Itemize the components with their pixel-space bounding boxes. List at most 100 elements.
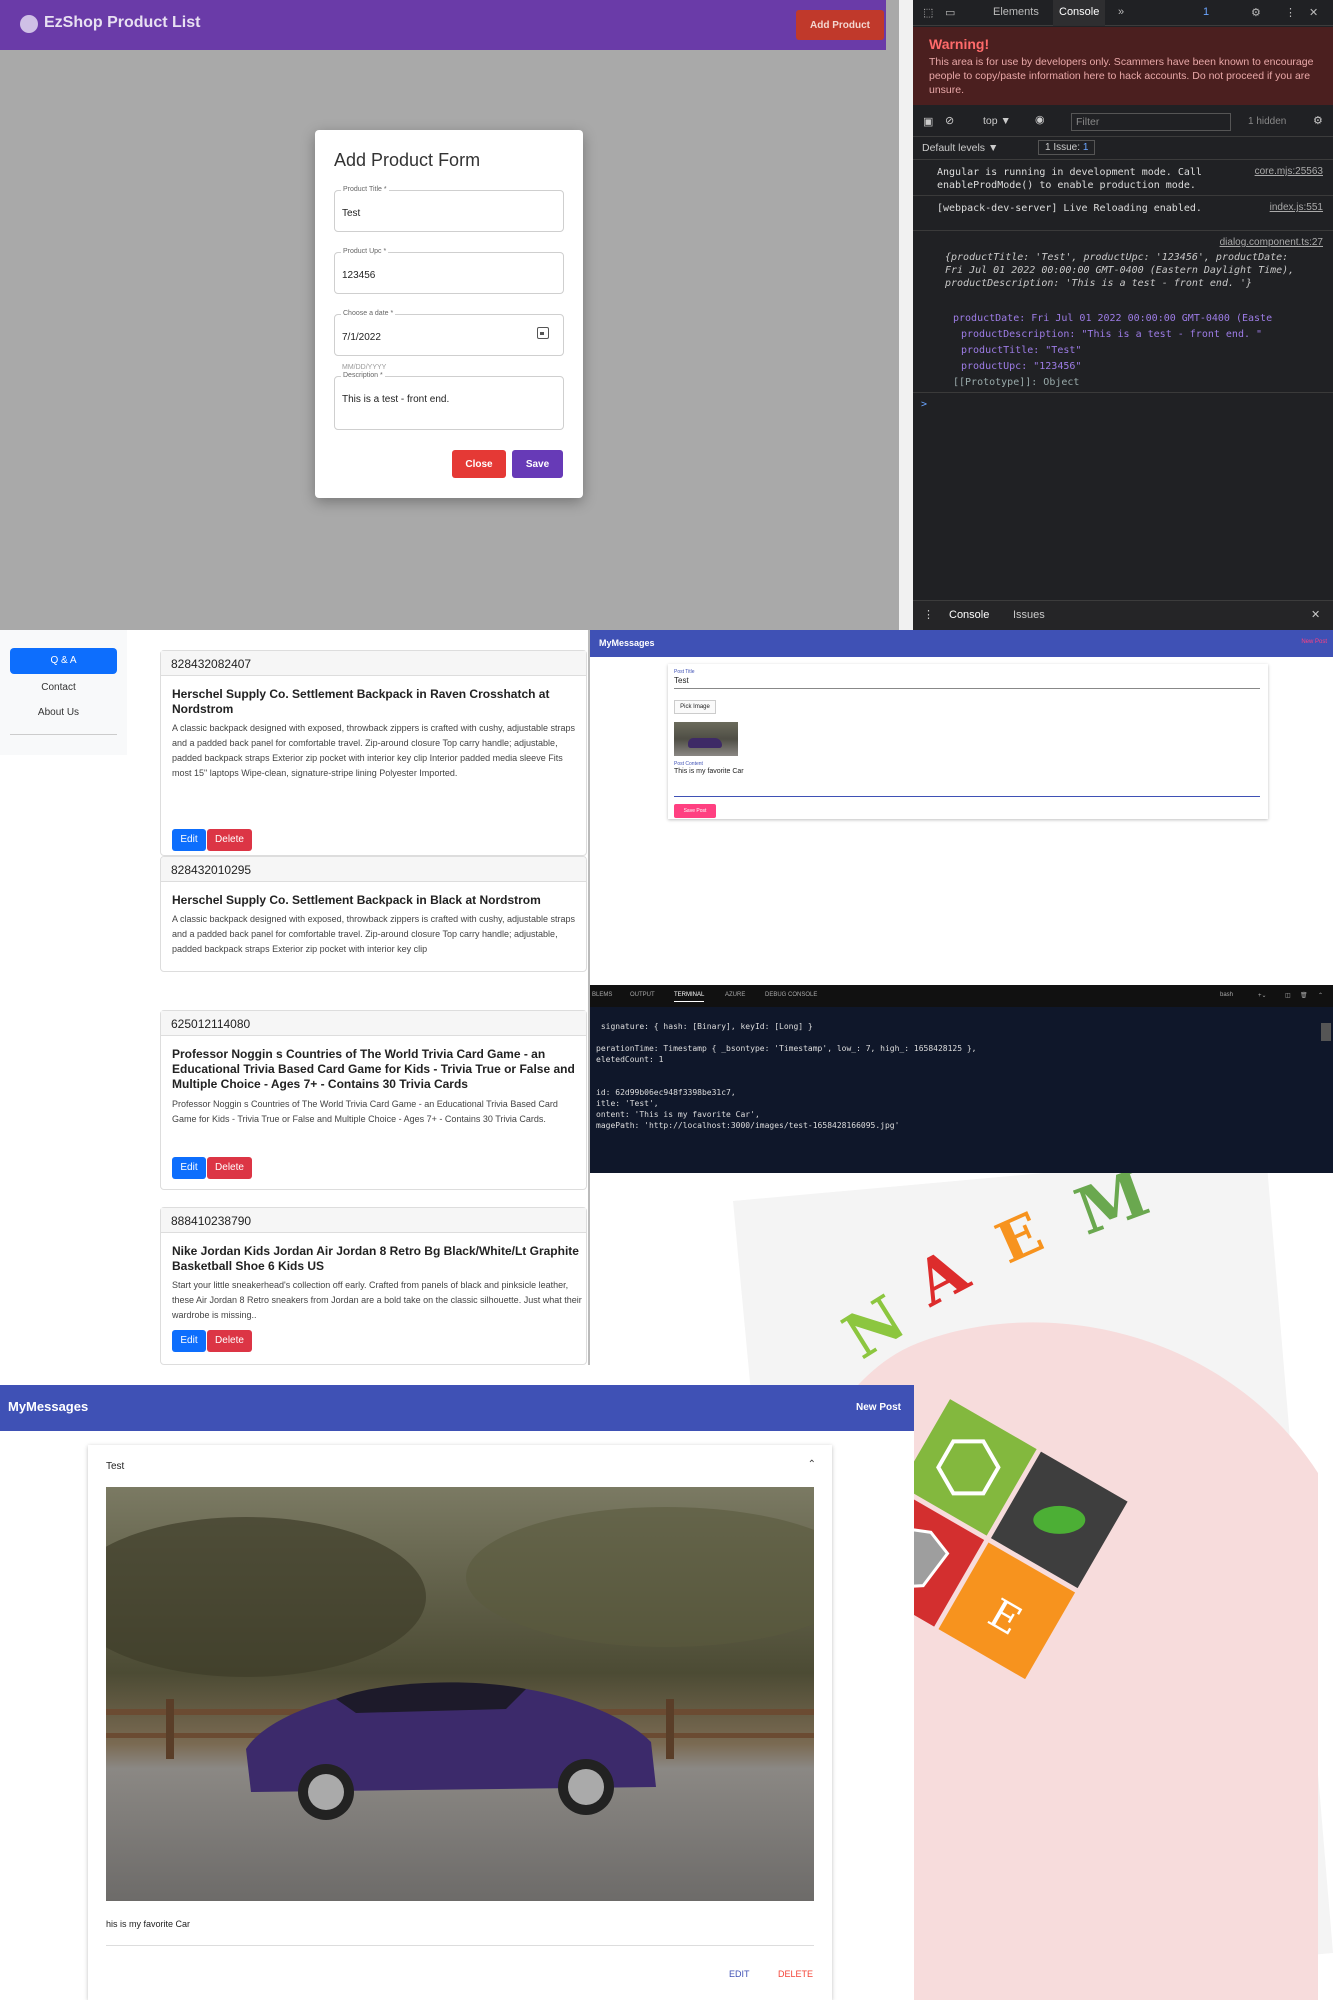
product-title: Professor Noggin s Countries of The Worl… xyxy=(172,1047,575,1091)
shell-select[interactable]: bash xyxy=(1220,992,1233,998)
kebab-menu-icon[interactable]: ⋮ xyxy=(1285,6,1296,19)
console-prompt[interactable]: > xyxy=(921,398,1271,411)
log-object-preview[interactable]: {productTitle: 'Test', productUpc: '1234… xyxy=(945,251,1305,290)
edit-button[interactable]: EDIT xyxy=(729,1969,750,1979)
sidebar-toggle-icon[interactable]: ▣ xyxy=(923,115,933,128)
console-output: Angular is running in development mode. … xyxy=(913,160,1333,600)
inspect-icon[interactable]: ⬚ xyxy=(923,6,933,19)
issues-badge[interactable]: 1 xyxy=(1203,6,1209,18)
product-title: Herschel Supply Co. Settlement Backpack … xyxy=(172,687,550,716)
warning-title: Warning! xyxy=(929,36,990,52)
app-title: MyMessages xyxy=(8,1399,89,1414)
tab-azure[interactable]: AZURE xyxy=(725,992,745,998)
close-button[interactable]: Close xyxy=(452,450,506,478)
issue-chip[interactable]: 1 Issue: 1 xyxy=(1038,140,1096,155)
post-content: his is my favorite Car xyxy=(106,1919,191,1929)
messages-toolbar: MyMessages New Post xyxy=(590,630,1333,657)
eye-icon[interactable]: ◉ xyxy=(1035,113,1045,126)
drawer-menu-icon[interactable]: ⋮ xyxy=(923,608,934,621)
new-post-link[interactable]: New Post xyxy=(1301,639,1327,645)
tab-debug-console[interactable]: DEBUG CONSOLE xyxy=(765,992,817,998)
app-title: MyMessages xyxy=(599,638,655,648)
field-label: Choose a date * xyxy=(341,310,396,317)
delete-button[interactable]: Delete xyxy=(207,829,252,851)
tab-terminal[interactable]: TERMINAL xyxy=(674,992,705,1002)
console-settings-icon[interactable]: ⚙ xyxy=(1313,114,1323,127)
product-description: A classic backpack designed with exposed… xyxy=(172,723,576,778)
product-description: Professor Noggin s Countries of The Worl… xyxy=(172,1099,558,1124)
close-icon[interactable]: ✕ xyxy=(1309,6,1318,19)
nav-item-about[interactable]: About Us xyxy=(0,707,117,718)
description-field[interactable]: Description * This is a test - front end… xyxy=(334,372,564,430)
save-post-button[interactable]: Save Post xyxy=(674,804,716,818)
issue-count: 1 Issue: xyxy=(1045,142,1081,153)
add-terminal-icon[interactable]: +⌄ xyxy=(1258,992,1267,999)
new-post-link[interactable]: New Post xyxy=(856,1402,901,1413)
post-content-label: Post Content xyxy=(674,761,703,767)
save-button[interactable]: Save xyxy=(512,450,563,478)
post-image xyxy=(106,1487,814,1901)
edit-button[interactable]: Edit xyxy=(172,1157,206,1179)
tab-elements[interactable]: Elements xyxy=(993,6,1039,18)
product-upc-field[interactable]: Product Upc * 123456 xyxy=(334,248,564,294)
messages-list-page: MyMessages New Post Test ⌃ his is my fav… xyxy=(0,1385,914,2000)
delete-button[interactable]: DELETE xyxy=(778,1969,813,1979)
delete-button[interactable]: Delete xyxy=(207,1330,252,1352)
post-title[interactable]: Test xyxy=(106,1461,124,1472)
divider xyxy=(913,230,1333,231)
device-toolbar-icon[interactable]: ▭ xyxy=(945,6,955,19)
product-upc: 828432082407 xyxy=(161,651,586,676)
terminal-scrollbar[interactable] xyxy=(1321,1023,1331,1041)
hidden-count: 1 hidden xyxy=(1248,116,1287,127)
underline xyxy=(674,688,1260,689)
nav-item-qa[interactable]: Q & A xyxy=(10,648,117,674)
edit-button[interactable]: Edit xyxy=(172,1330,206,1352)
tab-output[interactable]: OUTPUT xyxy=(630,992,655,998)
chevron-up-icon[interactable]: ⌃ xyxy=(808,1459,816,1470)
ezshop-window: EzShop Product List Add Product Add Prod… xyxy=(0,0,913,630)
log-source-link[interactable]: dialog.component.ts:27 xyxy=(1220,237,1323,248)
more-tabs-icon[interactable]: » xyxy=(1118,6,1124,18)
source-link[interactable]: core.mjs:25563 xyxy=(1255,166,1323,177)
nav-item-contact[interactable]: Contact xyxy=(0,682,117,693)
close-drawer-icon[interactable]: ✕ xyxy=(1311,608,1320,621)
object-property[interactable]: productDate: Fri Jul 01 2022 00:00:00 GM… xyxy=(953,312,1303,325)
product-card: 625012114080 Professor Noggin s Countrie… xyxy=(160,1010,587,1190)
object-prototype[interactable]: [[Prototype]]: Object xyxy=(953,376,1303,389)
tab-problems[interactable]: BLEMS xyxy=(592,992,612,998)
clear-console-icon[interactable]: ⊘ xyxy=(945,114,954,127)
trash-icon[interactable]: 🗑 xyxy=(1300,992,1308,999)
terminal-line: magePath: 'http://localhost:3000/images/… xyxy=(596,1121,900,1130)
product-upc: 625012114080 xyxy=(161,1011,586,1036)
post-content-input[interactable]: This is my favorite Car xyxy=(674,768,744,775)
product-description: A classic backpack designed with exposed… xyxy=(172,914,576,954)
tab-console[interactable]: Console xyxy=(1053,0,1106,26)
pick-image-button[interactable]: Pick Image xyxy=(674,700,716,714)
divider xyxy=(106,1945,814,1946)
add-product-button[interactable]: Add Product xyxy=(796,10,884,40)
context-select[interactable]: top ▼ xyxy=(983,115,1011,127)
source-link[interactable]: index.js:551 xyxy=(1270,202,1323,213)
post-title-input[interactable]: Test xyxy=(674,676,689,685)
underline xyxy=(674,796,1260,797)
post-expansion-panel: Test ⌃ his is my favorite Car EDIT DELET… xyxy=(88,1445,832,2000)
date-field[interactable]: Choose a date * 7/1/2022 xyxy=(334,310,564,356)
edit-button[interactable]: Edit xyxy=(172,829,206,851)
product-description: Start your little sneakerhead's collecti… xyxy=(172,1280,582,1320)
vscode-terminal: BLEMS OUTPUT TERMINAL AZURE DEBUG CONSOL… xyxy=(590,985,1333,1173)
add-product-dialog: Add Product Form Product Title * Test Pr… xyxy=(315,130,583,498)
filter-input[interactable]: Filter xyxy=(1071,113,1231,131)
terminal-line: id: 62d99b06ec948f3398be31c7, xyxy=(596,1088,736,1097)
terminal-line: ontent: 'This is my favorite Car', xyxy=(596,1110,760,1119)
settings-icon[interactable]: ⚙ xyxy=(1251,6,1261,19)
levels-select[interactable]: Default levels ▼ xyxy=(922,142,998,154)
split-terminal-icon[interactable]: ◫ xyxy=(1285,992,1291,999)
chevron-up-icon[interactable]: ⌃ xyxy=(1318,992,1323,999)
calendar-icon[interactable] xyxy=(537,327,549,339)
console-toolbar: ▣ ⊘ top ▼ ◉ Filter 1 hidden ⚙ xyxy=(913,107,1333,137)
delete-button[interactable]: Delete xyxy=(207,1157,252,1179)
page-scrollbar[interactable] xyxy=(899,0,913,630)
drawer-tab-console[interactable]: Console xyxy=(949,609,989,621)
drawer-tab-issues[interactable]: Issues xyxy=(1013,609,1045,621)
product-title-field[interactable]: Product Title * Test xyxy=(334,186,564,232)
